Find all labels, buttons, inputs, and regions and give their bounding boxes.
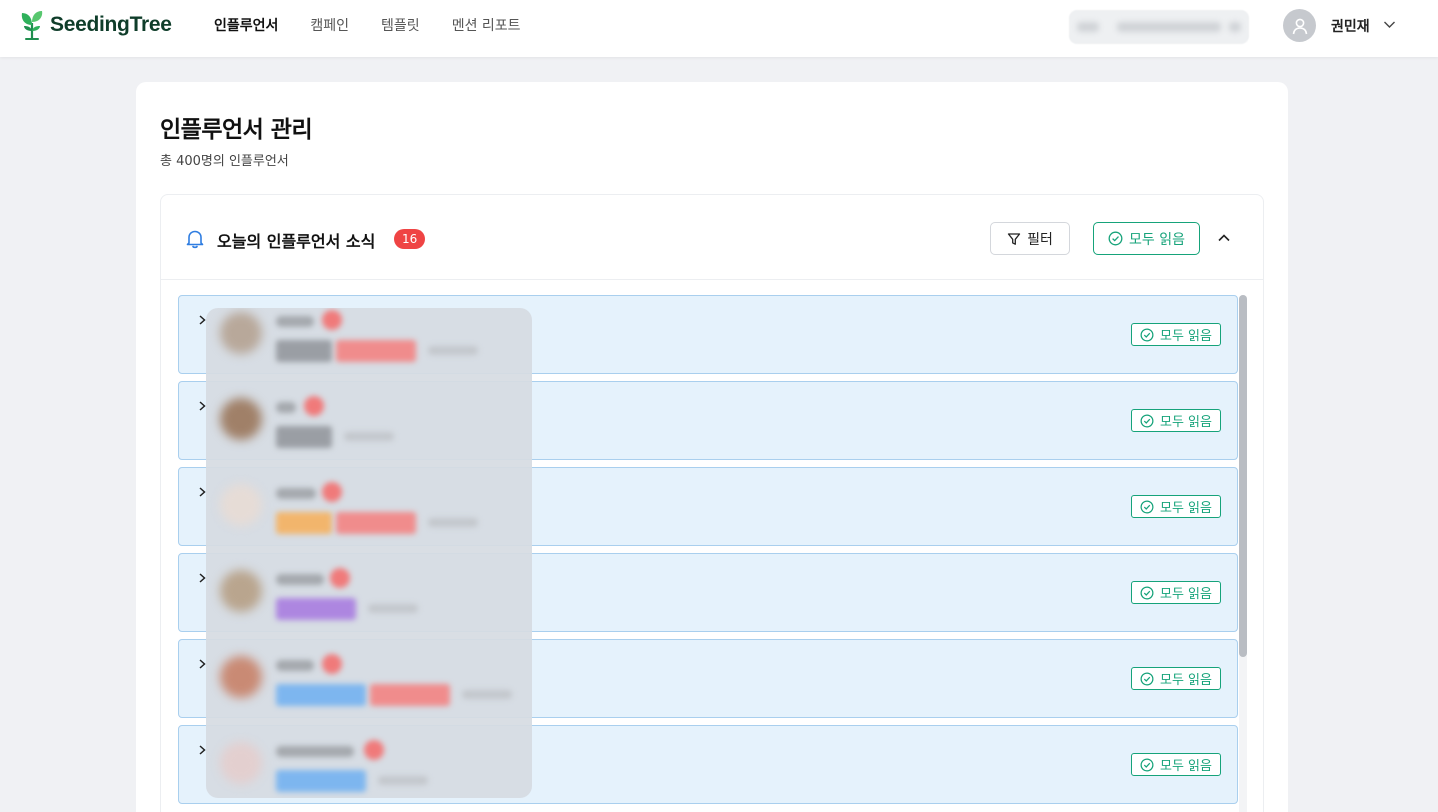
news-panel-header: 오늘의 인플루언서 소식 16 필터 모두 읽음 <box>161 195 1263 280</box>
avatar[interactable] <box>1283 9 1316 42</box>
user-avatar-icon <box>1292 18 1307 34</box>
row-read-all-button[interactable]: 모두 읽음 <box>1131 323 1221 346</box>
logo[interactable]: SeedingTree <box>20 9 172 41</box>
blurred-avatar <box>220 570 262 612</box>
page-subtitle: 총 400명의 인플루언서 <box>160 154 289 169</box>
check-circle-icon <box>1140 758 1154 771</box>
logo-sprout-icon <box>21 11 43 40</box>
blurred-avatar <box>220 656 262 698</box>
chevron-down-icon[interactable] <box>1383 18 1396 31</box>
check-circle-icon <box>1140 586 1154 599</box>
user-name[interactable]: 권민재 <box>1331 16 1370 36</box>
filter-button[interactable]: 필터 <box>990 222 1070 255</box>
row-read-all-button[interactable]: 모두 읽음 <box>1131 495 1221 518</box>
row-read-all-button[interactable]: 모두 읽음 <box>1131 581 1221 604</box>
blurred-influencer-entry <box>206 738 532 798</box>
row-read-all-label: 모두 읽음 <box>1160 587 1212 602</box>
blurred-project-selector[interactable] <box>1069 10 1249 44</box>
chevron-up-icon[interactable] <box>1217 231 1231 245</box>
blurred-avatar <box>220 398 262 440</box>
row-read-all-button[interactable]: 모두 읽음 <box>1131 667 1221 690</box>
check-circle-icon <box>1140 414 1154 427</box>
blurred-avatar <box>220 484 262 526</box>
check-circle-icon <box>1140 672 1154 685</box>
list-scrollbar-thumb[interactable] <box>1239 295 1247 657</box>
blurred-avatar <box>220 312 262 354</box>
check-circle-icon <box>1108 231 1123 246</box>
top-navigation-bar: SeedingTree 인플루언서 캠페인 템플릿 멘션 리포트 권민재 <box>0 0 1438 57</box>
filter-button-label: 필터 <box>1027 231 1053 248</box>
row-read-all-label: 모두 읽음 <box>1160 759 1212 774</box>
nav-item-mention-report[interactable]: 멘션 리포트 <box>452 15 521 35</box>
list-scrollbar[interactable] <box>1239 295 1247 812</box>
main-nav: 인플루언서 캠페인 템플릿 멘션 리포트 <box>214 0 553 50</box>
news-panel-title: 오늘의 인플루언서 소식 <box>217 232 376 251</box>
row-read-all-button[interactable]: 모두 읽음 <box>1131 409 1221 432</box>
blurred-influencer-entry <box>206 566 532 652</box>
news-count-badge: 16 <box>394 229 426 249</box>
row-read-all-label: 모두 읽음 <box>1160 501 1212 516</box>
nav-item-campaign[interactable]: 캠페인 <box>310 15 349 35</box>
read-all-button[interactable]: 모두 읽음 <box>1093 222 1200 255</box>
bell-icon <box>186 230 204 249</box>
blurred-influencer-entry <box>206 394 532 480</box>
row-read-all-label: 모두 읽음 <box>1160 329 1212 344</box>
logo-text: SeedingTree <box>50 13 172 36</box>
nav-item-template[interactable]: 템플릿 <box>381 15 420 35</box>
check-circle-icon <box>1140 500 1154 513</box>
blurred-influencer-entry <box>206 652 532 738</box>
page-title: 인플루언서 관리 <box>160 117 313 143</box>
read-all-button-label: 모두 읽음 <box>1129 231 1185 248</box>
blurred-influencer-entry <box>206 480 532 566</box>
row-read-all-label: 모두 읽음 <box>1160 415 1212 430</box>
nav-item-influencer[interactable]: 인플루언서 <box>214 15 278 35</box>
filter-icon <box>1007 232 1021 245</box>
blurred-influencer-overlay <box>206 308 532 798</box>
blurred-influencer-entry <box>206 308 532 394</box>
blurred-avatar <box>220 742 262 784</box>
row-read-all-label: 모두 읽음 <box>1160 673 1212 688</box>
row-read-all-button[interactable]: 모두 읽음 <box>1131 753 1221 776</box>
check-circle-icon <box>1140 328 1154 341</box>
